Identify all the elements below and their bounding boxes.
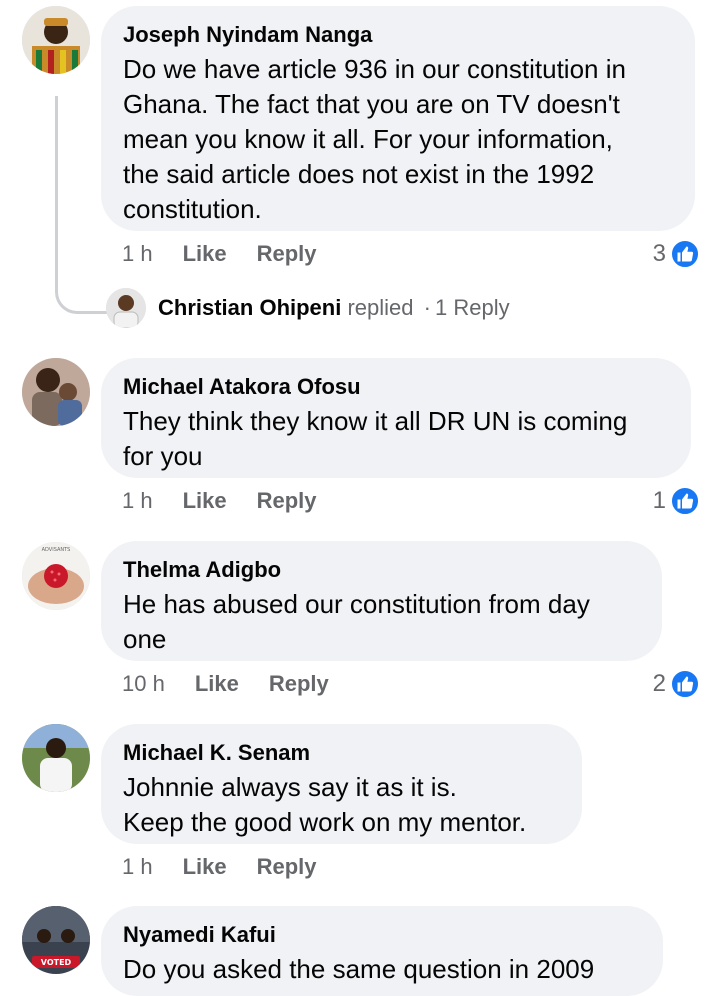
comment-actions: 1 h Like Reply — [122, 487, 317, 515]
avatar-fragment-text: ADVISANTS — [42, 547, 71, 553]
comment-text: Do we have article 936 in our constituti… — [123, 54, 626, 224]
comment-bubble: Joseph Nyindam Nanga Do we have article … — [101, 6, 695, 231]
avatar[interactable]: VOTED — [22, 906, 90, 974]
like-button[interactable]: Like — [183, 240, 227, 268]
comment-author[interactable]: Michael K. Senam — [123, 740, 560, 766]
comment-bubble: Michael Atakora Ofosu They think they kn… — [101, 358, 691, 478]
avatar[interactable] — [22, 724, 90, 792]
comment-bubble: Thelma Adigbo He has abused our constitu… — [101, 541, 662, 661]
comment-author[interactable]: Nyamedi Kafui — [123, 922, 641, 948]
comment-author[interactable]: Thelma Adigbo — [123, 557, 640, 583]
reply-author[interactable]: Christian Ohipeni — [158, 295, 341, 320]
comment-text: Do you asked the same question in 2009 — [123, 954, 595, 984]
avatar[interactable]: ADVISANTS — [22, 542, 90, 610]
comment-actions: 1 h Like Reply — [122, 853, 317, 881]
reply-action: replied — [347, 295, 414, 320]
reply-button[interactable]: Reply — [257, 240, 317, 268]
reply-button[interactable]: Reply — [257, 487, 317, 515]
like-button[interactable]: Like — [183, 487, 227, 515]
thumbs-up-icon — [670, 239, 700, 269]
reaction-summary[interactable]: 3 — [653, 239, 700, 269]
avatar[interactable] — [22, 358, 90, 426]
reaction-summary[interactable]: 2 — [653, 669, 700, 699]
avatar — [106, 288, 146, 328]
comment-time[interactable]: 1 h — [122, 487, 153, 515]
comment-author[interactable]: Michael Atakora Ofosu — [123, 374, 669, 400]
reply-count[interactable]: 1 Reply — [435, 295, 510, 320]
reply-summary-text[interactable]: Christian Ohipeni replied · 1 Reply — [158, 294, 510, 322]
thread-connector — [55, 96, 108, 314]
like-button[interactable]: Like — [195, 670, 239, 698]
reaction-count: 2 — [652, 670, 666, 697]
avatar-fragment-text: VOTED — [41, 958, 72, 967]
thumbs-up-icon — [670, 669, 700, 699]
avatar[interactable] — [22, 6, 90, 74]
comment-text: They think they know it all DR UN is com… — [123, 406, 628, 471]
comment-author[interactable]: Joseph Nyindam Nanga — [123, 22, 673, 48]
comment-actions: 10 h Like Reply — [122, 670, 329, 698]
separator: · — [423, 295, 431, 320]
replies-link[interactable]: Christian Ohipeni replied · 1 Reply — [106, 288, 510, 328]
comment-time[interactable]: 1 h — [122, 240, 153, 268]
like-button[interactable]: Like — [183, 853, 227, 881]
comment-actions: 1 h Like Reply — [122, 240, 317, 268]
comment-text: He has abused our constitution from day … — [123, 589, 590, 654]
comment-bubble: Michael K. Senam Johnnie always say it a… — [101, 724, 582, 844]
comment-time[interactable]: 10 h — [122, 670, 165, 698]
comment-text: Johnnie always say it as it is. Keep the… — [123, 772, 527, 837]
comment-time[interactable]: 1 h — [122, 853, 153, 881]
reaction-count: 3 — [652, 240, 666, 267]
reply-button[interactable]: Reply — [257, 853, 317, 881]
thumbs-up-icon — [670, 486, 700, 516]
reaction-count: 1 — [652, 487, 666, 514]
reply-button[interactable]: Reply — [269, 670, 329, 698]
reaction-summary[interactable]: 1 — [653, 486, 700, 516]
comment-bubble: Nyamedi Kafui Do you asked the same ques… — [101, 906, 663, 996]
